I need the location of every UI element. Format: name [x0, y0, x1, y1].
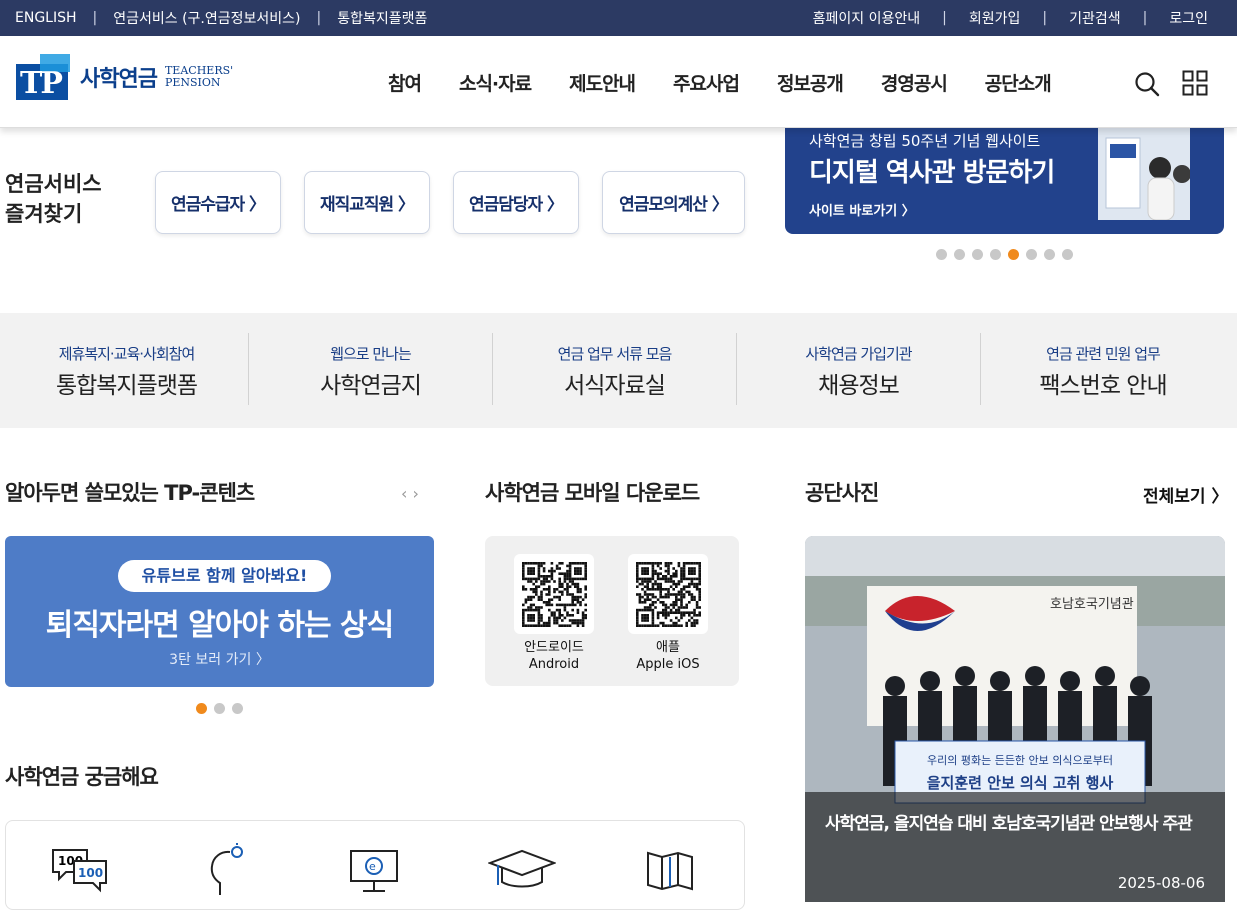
mobile-download-title: 사학연금 모바일 다운로드: [485, 481, 700, 505]
tp-contents-slide[interactable]: 유튜브로 함께 알아봐요! 퇴직자라면 알아야 하는 상식 3탄 보러 가기 〉: [5, 536, 434, 687]
tp-contents-arrows[interactable]: ‹ ›: [401, 484, 419, 503]
digital-museum-banner[interactable]: 사학연금 창립 50주년 기념 웹사이트 디지털 역사관 방문하기 사이트 바로…: [785, 128, 1224, 234]
book-icon[interactable]: [646, 849, 694, 891]
banner-link[interactable]: 사이트 바로가기 〉: [809, 200, 915, 219]
nav-management-disclosure[interactable]: 경영공시: [881, 69, 948, 96]
photo-caption: 사학연금, 을지연습 대비 호남호국기념관 안보행사 주관 2025-08-06: [805, 792, 1225, 902]
youtube-pill: 유튜브로 함께 알아봐요!: [118, 560, 331, 592]
quick-links-title: 연금서비스 즐겨찾기: [5, 172, 102, 226]
faq-box: 100 100 e: [5, 820, 745, 910]
pagination-dot[interactable]: [214, 703, 225, 714]
idea-head-icon[interactable]: [206, 843, 252, 897]
welfare-platform-link[interactable]: 통합복지플랫폼: [337, 8, 427, 28]
tp-logo-mark: TP: [16, 54, 72, 101]
tp-contents-pagination[interactable]: [196, 703, 250, 714]
tp-contents-headline: 퇴직자라면 알아야 하는 상식: [45, 608, 395, 643]
pagination-dot[interactable]: [196, 703, 207, 714]
view-all-link[interactable]: 전체보기 〉: [1143, 482, 1228, 507]
search-icon[interactable]: [1133, 70, 1161, 98]
english-link[interactable]: ENGLISH: [15, 10, 77, 26]
shortcut-fax[interactable]: 연금 관련 민원 업무 팩스번호 안내: [981, 333, 1225, 405]
top-utility-bar: ENGLISH | 연금서비스 (구.연금정보서비스) | 통합복지플랫폼 홈페…: [0, 0, 1237, 36]
photos-title: 공단사진: [805, 481, 879, 505]
divider: |: [316, 10, 322, 26]
e-monitor-icon[interactable]: e: [349, 849, 399, 895]
signup-link[interactable]: 회원가입: [969, 8, 1021, 28]
mobile-download-box: 안드로이드 Android 애플 Apple iOS: [485, 536, 739, 686]
shortcut-strip: 제휴복지·교육·사회참여 통합복지플랫폼 웹으로 만나는 사학연금지 연금 업무 서…: [0, 313, 1237, 428]
pagination-dot[interactable]: [954, 249, 965, 260]
banner-pagination[interactable]: [936, 249, 1080, 260]
shortcut-welfare-platform[interactable]: 제휴복지·교육·사회참여 통합복지플랫폼: [5, 333, 249, 405]
pension-recipient-button[interactable]: 연금수급자 〉: [155, 171, 281, 234]
site-header: TP 사학연금 TEACHERS' PENSION 참여 소식·자료 제도안내 …: [0, 36, 1237, 128]
sign-text: 호남호국기념관: [1050, 597, 1134, 612]
nav-info-disclosure[interactable]: 정보공개: [777, 69, 844, 96]
photo-card[interactable]: 호남호국기념관 우리의 평화는 든든한 안보 의식으로부터 을지훈련 안보 의식…: [805, 536, 1225, 902]
logo-english-name: TEACHERS' PENSION: [164, 64, 234, 89]
tp-contents-more[interactable]: 3탄 보러 가기 〉: [5, 649, 434, 669]
pagination-dot[interactable]: [232, 703, 243, 714]
nav-news-data[interactable]: 소식·자료: [459, 69, 532, 96]
banner-text-1: 우리의 평화는 든든한 안보 의식으로부터: [927, 754, 1113, 767]
banner-text-2: 을지훈련 안보 의식 고취 행사: [927, 774, 1114, 792]
pagination-dot[interactable]: [1044, 249, 1055, 260]
photo-caption-title: 사학연금, 을지연습 대비 호남호국기념관 안보행사 주관: [825, 814, 1193, 834]
nav-system-guide[interactable]: 제도안내: [569, 69, 636, 96]
pension-service-link[interactable]: 연금서비스 (구.연금정보서비스): [113, 8, 300, 28]
nav-main-business[interactable]: 주요사업: [673, 69, 740, 96]
shortcut-forms[interactable]: 연금 업무 서류 모음 서식자료실: [493, 333, 737, 405]
banner-subtitle: 사학연금 창립 50주년 기념 웹사이트: [809, 132, 1041, 150]
employed-teacher-button[interactable]: 재직교직원 〉: [304, 171, 430, 234]
nav-participation[interactable]: 참여: [388, 69, 422, 96]
logo-korean-name: 사학연금: [80, 67, 158, 92]
tp-contents-title: 알아두면 쓸모있는 TP-콘텐츠: [5, 481, 255, 505]
pension-manager-button[interactable]: 연금담당자 〉: [453, 171, 579, 234]
banner-title: 디지털 역사관 방문하기: [809, 158, 1055, 188]
main-navigation: 참여 소식·자료 제도안내 주요사업 정보공개 경영공시 공단소개: [388, 36, 1089, 128]
divider: |: [1142, 10, 1148, 26]
nav-about[interactable]: 공단소개: [985, 69, 1052, 96]
ios-qr-code[interactable]: [628, 554, 708, 634]
svg-text:100: 100: [78, 866, 103, 880]
divider: |: [92, 10, 98, 26]
divider: |: [1042, 10, 1048, 26]
android-label: 안드로이드 Android: [524, 640, 584, 672]
pension-simulation-button[interactable]: 연금모의계산 〉: [602, 171, 745, 234]
pagination-dot[interactable]: [972, 249, 983, 260]
android-qr-code[interactable]: [514, 554, 594, 634]
site-guide-link[interactable]: 홈페이지 이용안내: [813, 8, 921, 28]
institution-search-link[interactable]: 기관검색: [1069, 8, 1121, 28]
100-speech-bubble-icon[interactable]: 100 100: [50, 847, 108, 895]
pagination-dot[interactable]: [936, 249, 947, 260]
pagination-dot[interactable]: [1062, 249, 1073, 260]
faq-title: 사학연금 궁금해요: [5, 765, 159, 789]
shortcut-magazine[interactable]: 웹으로 만나는 사학연금지: [249, 333, 493, 405]
banner-image: [1098, 128, 1190, 220]
pagination-dot[interactable]: [1008, 249, 1019, 260]
photo-date: 2025-08-06: [1117, 874, 1205, 892]
svg-text:e: e: [369, 860, 376, 873]
graduation-cap-icon[interactable]: [488, 849, 556, 893]
pagination-dot[interactable]: [1026, 249, 1037, 260]
pagination-dot[interactable]: [990, 249, 1001, 260]
divider: |: [942, 10, 947, 26]
sitemap-grid-icon[interactable]: [1182, 70, 1208, 96]
site-logo[interactable]: TP 사학연금 TEACHERS' PENSION: [16, 54, 234, 101]
ios-label: 애플 Apple iOS: [636, 640, 700, 672]
login-link[interactable]: 로그인: [1169, 8, 1208, 28]
shortcut-recruitment[interactable]: 사학연금 가입기관 채용정보: [737, 333, 981, 405]
